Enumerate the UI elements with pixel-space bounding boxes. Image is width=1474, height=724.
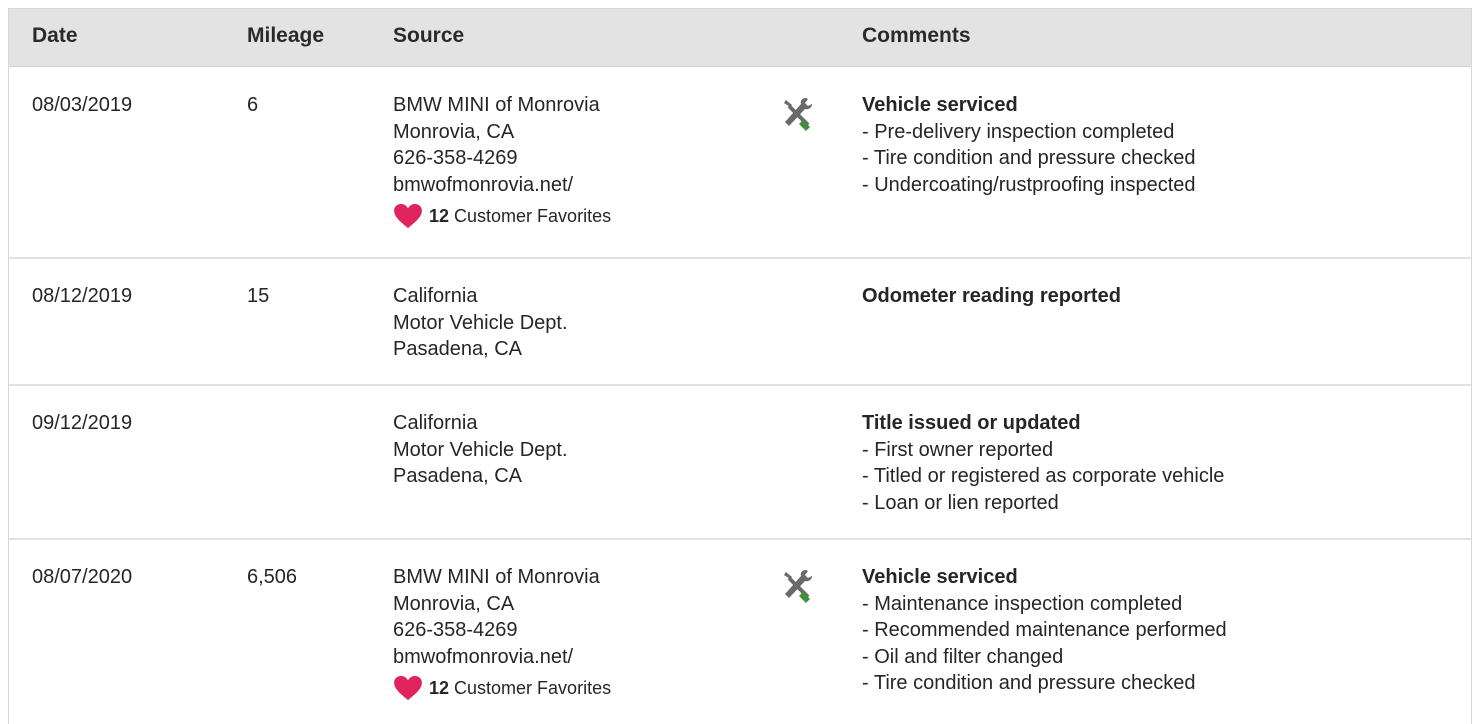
vehicle-history-table: Date Mileage Source Comments 08/03/2019 … xyxy=(8,8,1472,724)
comment-title: Odometer reading reported xyxy=(862,285,1121,307)
row-source: BMW MINI of Monrovia Monrovia, CA 626-35… xyxy=(393,564,611,702)
comment-item: - Undercoating/rustproofing inspected xyxy=(862,173,1196,196)
source-website-link[interactable]: bmwofmonrovia.net/ xyxy=(393,172,611,199)
source-name: BMW MINI of Monrovia xyxy=(393,94,600,116)
row-date: 08/03/2019 xyxy=(32,94,133,116)
table-header: Date Mileage Source Comments xyxy=(9,9,1471,67)
source-location: Pasadena, CA xyxy=(393,465,522,487)
comment-item: - Tire condition and pressure checked xyxy=(862,672,1196,694)
comment-item: - Tire condition and pressure checked xyxy=(862,147,1196,169)
source-name: California xyxy=(393,412,478,434)
row-date: 08/07/2020 xyxy=(32,566,133,588)
service-tools-icon xyxy=(784,98,812,131)
source-location: Pasadena, CA xyxy=(393,338,522,360)
comment-item: - Titled or registered as corporate vehi… xyxy=(862,465,1225,487)
source-dept: Motor Vehicle Dept. xyxy=(393,438,568,461)
source-name: BMW MINI of Monrovia xyxy=(393,566,600,588)
row-source: BMW MINI of Monrovia Monrovia, CA 626-35… xyxy=(393,92,611,230)
row-comments: Vehicle serviced - Pre-delivery inspecti… xyxy=(862,92,1196,198)
source-location: Monrovia, CA xyxy=(393,120,515,143)
favorites-count: 12 xyxy=(429,678,450,698)
column-header-source[interactable]: Source xyxy=(393,24,464,48)
source-phone[interactable]: 626-358-4269 xyxy=(393,617,611,644)
favorites-label: Customer Favorites xyxy=(454,206,612,226)
source-phone[interactable]: 626-358-4269 xyxy=(393,145,611,172)
comment-item: - First owner reported xyxy=(862,438,1054,461)
favorites-count: 12 xyxy=(429,206,450,226)
row-source: California Motor Vehicle Dept. Pasadena,… xyxy=(393,283,568,363)
heart-icon xyxy=(394,676,422,701)
table-row: 08/07/2020 6,506 BMW MINI of Monrovia Mo… xyxy=(9,540,1471,724)
comment-title: Title issued or updated xyxy=(862,412,1081,434)
column-header-mileage[interactable]: Mileage xyxy=(247,24,324,48)
comment-title: Vehicle serviced xyxy=(862,94,1018,116)
service-tools-icon xyxy=(784,570,812,603)
customer-favorites[interactable]: 12 Customer Favorites xyxy=(393,203,611,230)
source-location: Monrovia, CA xyxy=(393,592,515,615)
table-row: 08/03/2019 6 BMW MINI of Monrovia Monrov… xyxy=(9,67,1471,259)
heart-icon xyxy=(394,204,422,229)
row-mileage: 15 xyxy=(247,285,270,307)
comment-item: - Recommended maintenance performed xyxy=(862,619,1227,641)
row-mileage: 6 xyxy=(247,94,259,116)
comment-item: - Oil and filter changed xyxy=(862,645,1064,668)
favorites-label: Customer Favorites xyxy=(454,678,612,698)
comment-item: - Loan or lien reported xyxy=(862,491,1059,514)
column-header-comments[interactable]: Comments xyxy=(862,24,971,48)
table-row: 08/12/2019 15 California Motor Vehicle D… xyxy=(9,259,1471,386)
source-dept: Motor Vehicle Dept. xyxy=(393,311,568,334)
table-row: 09/12/2019 California Motor Vehicle Dept… xyxy=(9,386,1471,540)
row-comments: Vehicle serviced - Maintenance inspectio… xyxy=(862,564,1227,697)
source-name: California xyxy=(393,285,478,307)
comment-item: - Maintenance inspection completed xyxy=(862,592,1183,615)
row-comments: Title issued or updated - First owner re… xyxy=(862,410,1224,516)
customer-favorites[interactable]: 12 Customer Favorites xyxy=(393,675,611,702)
row-date: 08/12/2019 xyxy=(32,285,133,307)
row-mileage: 6,506 xyxy=(247,566,298,588)
column-header-date[interactable]: Date xyxy=(32,24,78,48)
comment-title: Vehicle serviced xyxy=(862,566,1018,588)
row-source: California Motor Vehicle Dept. Pasadena,… xyxy=(393,410,568,490)
row-comments: Odometer reading reported xyxy=(862,283,1121,310)
comment-item: - Pre-delivery inspection completed xyxy=(862,120,1175,143)
row-date: 09/12/2019 xyxy=(32,412,133,434)
source-website-link[interactable]: bmwofmonrovia.net/ xyxy=(393,644,611,671)
